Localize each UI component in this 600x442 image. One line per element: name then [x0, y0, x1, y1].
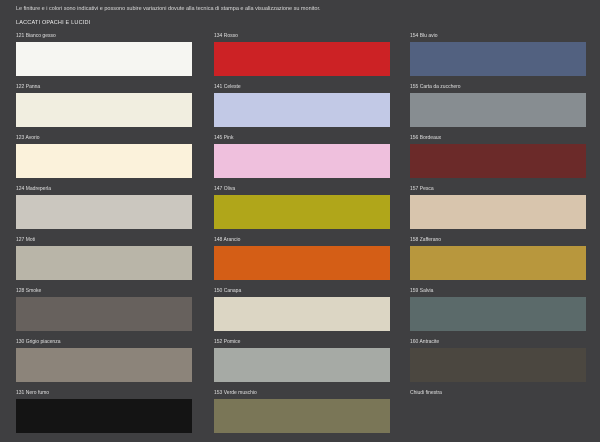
swatch-label: 141 Celeste: [214, 84, 241, 90]
swatch-item: 153 Verde muschio: [214, 391, 390, 442]
swatch-item: 141 Celeste: [214, 85, 390, 136]
color-swatch[interactable]: [214, 42, 390, 76]
swatch-label: 127 Moti: [16, 237, 36, 243]
color-swatch[interactable]: [410, 348, 586, 382]
color-swatch[interactable]: [16, 42, 192, 76]
swatch-item: 131 Nero fumo: [16, 391, 192, 442]
swatch-item: 159 Salvia: [410, 289, 586, 340]
swatch-label: 154 Blu avio: [410, 33, 438, 39]
swatch-label: 134 Rosso: [214, 33, 238, 39]
color-swatch[interactable]: [214, 348, 390, 382]
swatch-column-2: 134 Rosso 141 Celeste 145 Pink 147 Oliva…: [214, 34, 390, 442]
swatch-item: 154 Blu avio: [410, 34, 586, 85]
color-swatch[interactable]: [16, 93, 192, 127]
swatch-label: 145 Pink: [214, 135, 234, 141]
swatch-item: 150 Canapa: [214, 289, 390, 340]
color-swatch[interactable]: [214, 297, 390, 331]
swatch-item: 122 Panna: [16, 85, 192, 136]
swatch-label: 153 Verde muschio: [214, 390, 257, 396]
swatch-column-1: 121 Bianco gesso 122 Panna 123 Avorio 12…: [16, 34, 192, 442]
swatch-label: 130 Grigio piacenza: [16, 339, 61, 345]
swatch-label: 122 Panna: [16, 84, 41, 90]
swatch-label: 121 Bianco gesso: [16, 33, 56, 39]
color-swatch[interactable]: [214, 144, 390, 178]
section-title: LACCATI OPACHI E LUCIDI: [16, 20, 91, 26]
swatch-item: 124 Madreperla: [16, 187, 192, 238]
swatch-label: 152 Pomice: [214, 339, 241, 345]
swatch-item: 128 Smoke: [16, 289, 192, 340]
swatch-label: 155 Carta da zucchero: [410, 84, 461, 90]
swatch-item: 152 Pomice: [214, 340, 390, 391]
swatch-label: 158 Zafferano: [410, 237, 442, 243]
color-swatch[interactable]: [214, 246, 390, 280]
swatch-label: 160 Antracite: [410, 339, 440, 345]
disclaimer-note: Le finiture e i colori sono indicativi e…: [16, 6, 321, 12]
color-swatch[interactable]: [410, 246, 586, 280]
swatch-label: 157 Pesca: [410, 186, 434, 192]
swatch-label: 123 Avorio: [16, 135, 40, 141]
color-swatch[interactable]: [410, 195, 586, 229]
swatch-item: 147 Oliva: [214, 187, 390, 238]
color-swatch[interactable]: [214, 399, 390, 433]
swatch-item: 123 Avorio: [16, 136, 192, 187]
color-swatch[interactable]: [410, 144, 586, 178]
swatch-item: 148 Arancio: [214, 238, 390, 289]
swatch-item: 134 Rosso: [214, 34, 390, 85]
color-swatch[interactable]: [214, 93, 390, 127]
swatch-label: 147 Oliva: [214, 186, 236, 192]
swatch-item: 127 Moti: [16, 238, 192, 289]
swatch-item: 155 Carta da zucchero: [410, 85, 586, 136]
swatch-item: 158 Zafferano: [410, 238, 586, 289]
swatch-label: 156 Bordeaux: [410, 135, 442, 141]
color-swatch[interactable]: [16, 246, 192, 280]
color-swatch[interactable]: [410, 297, 586, 331]
color-swatch[interactable]: [16, 297, 192, 331]
color-swatch[interactable]: [16, 144, 192, 178]
swatch-item: 156 Bordeaux: [410, 136, 586, 187]
close-window-link[interactable]: Chiudi finestra: [410, 391, 586, 399]
swatch-item: 145 Pink: [214, 136, 390, 187]
swatch-label: 159 Salvia: [410, 288, 434, 294]
swatch-label: 131 Nero fumo: [16, 390, 50, 396]
swatch-item: 160 Antracite: [410, 340, 586, 391]
color-swatch[interactable]: [16, 195, 192, 229]
swatch-label: 150 Canapa: [214, 288, 242, 294]
color-swatch[interactable]: [214, 195, 390, 229]
close-window-item: Chiudi finestra: [410, 391, 586, 442]
swatch-item: 130 Grigio piacenza: [16, 340, 192, 391]
swatch-item: 157 Pesca: [410, 187, 586, 238]
swatch-column-3: 154 Blu avio 155 Carta da zucchero 156 B…: [410, 34, 586, 442]
swatch-label: 124 Madreperla: [16, 186, 52, 192]
swatch-label: 128 Smoke: [16, 288, 42, 294]
color-swatch[interactable]: [410, 93, 586, 127]
swatch-item: 121 Bianco gesso: [16, 34, 192, 85]
color-swatch[interactable]: [16, 348, 192, 382]
color-swatch[interactable]: [16, 399, 192, 433]
swatch-label: 148 Arancio: [214, 237, 241, 243]
color-swatch[interactable]: [410, 42, 586, 76]
